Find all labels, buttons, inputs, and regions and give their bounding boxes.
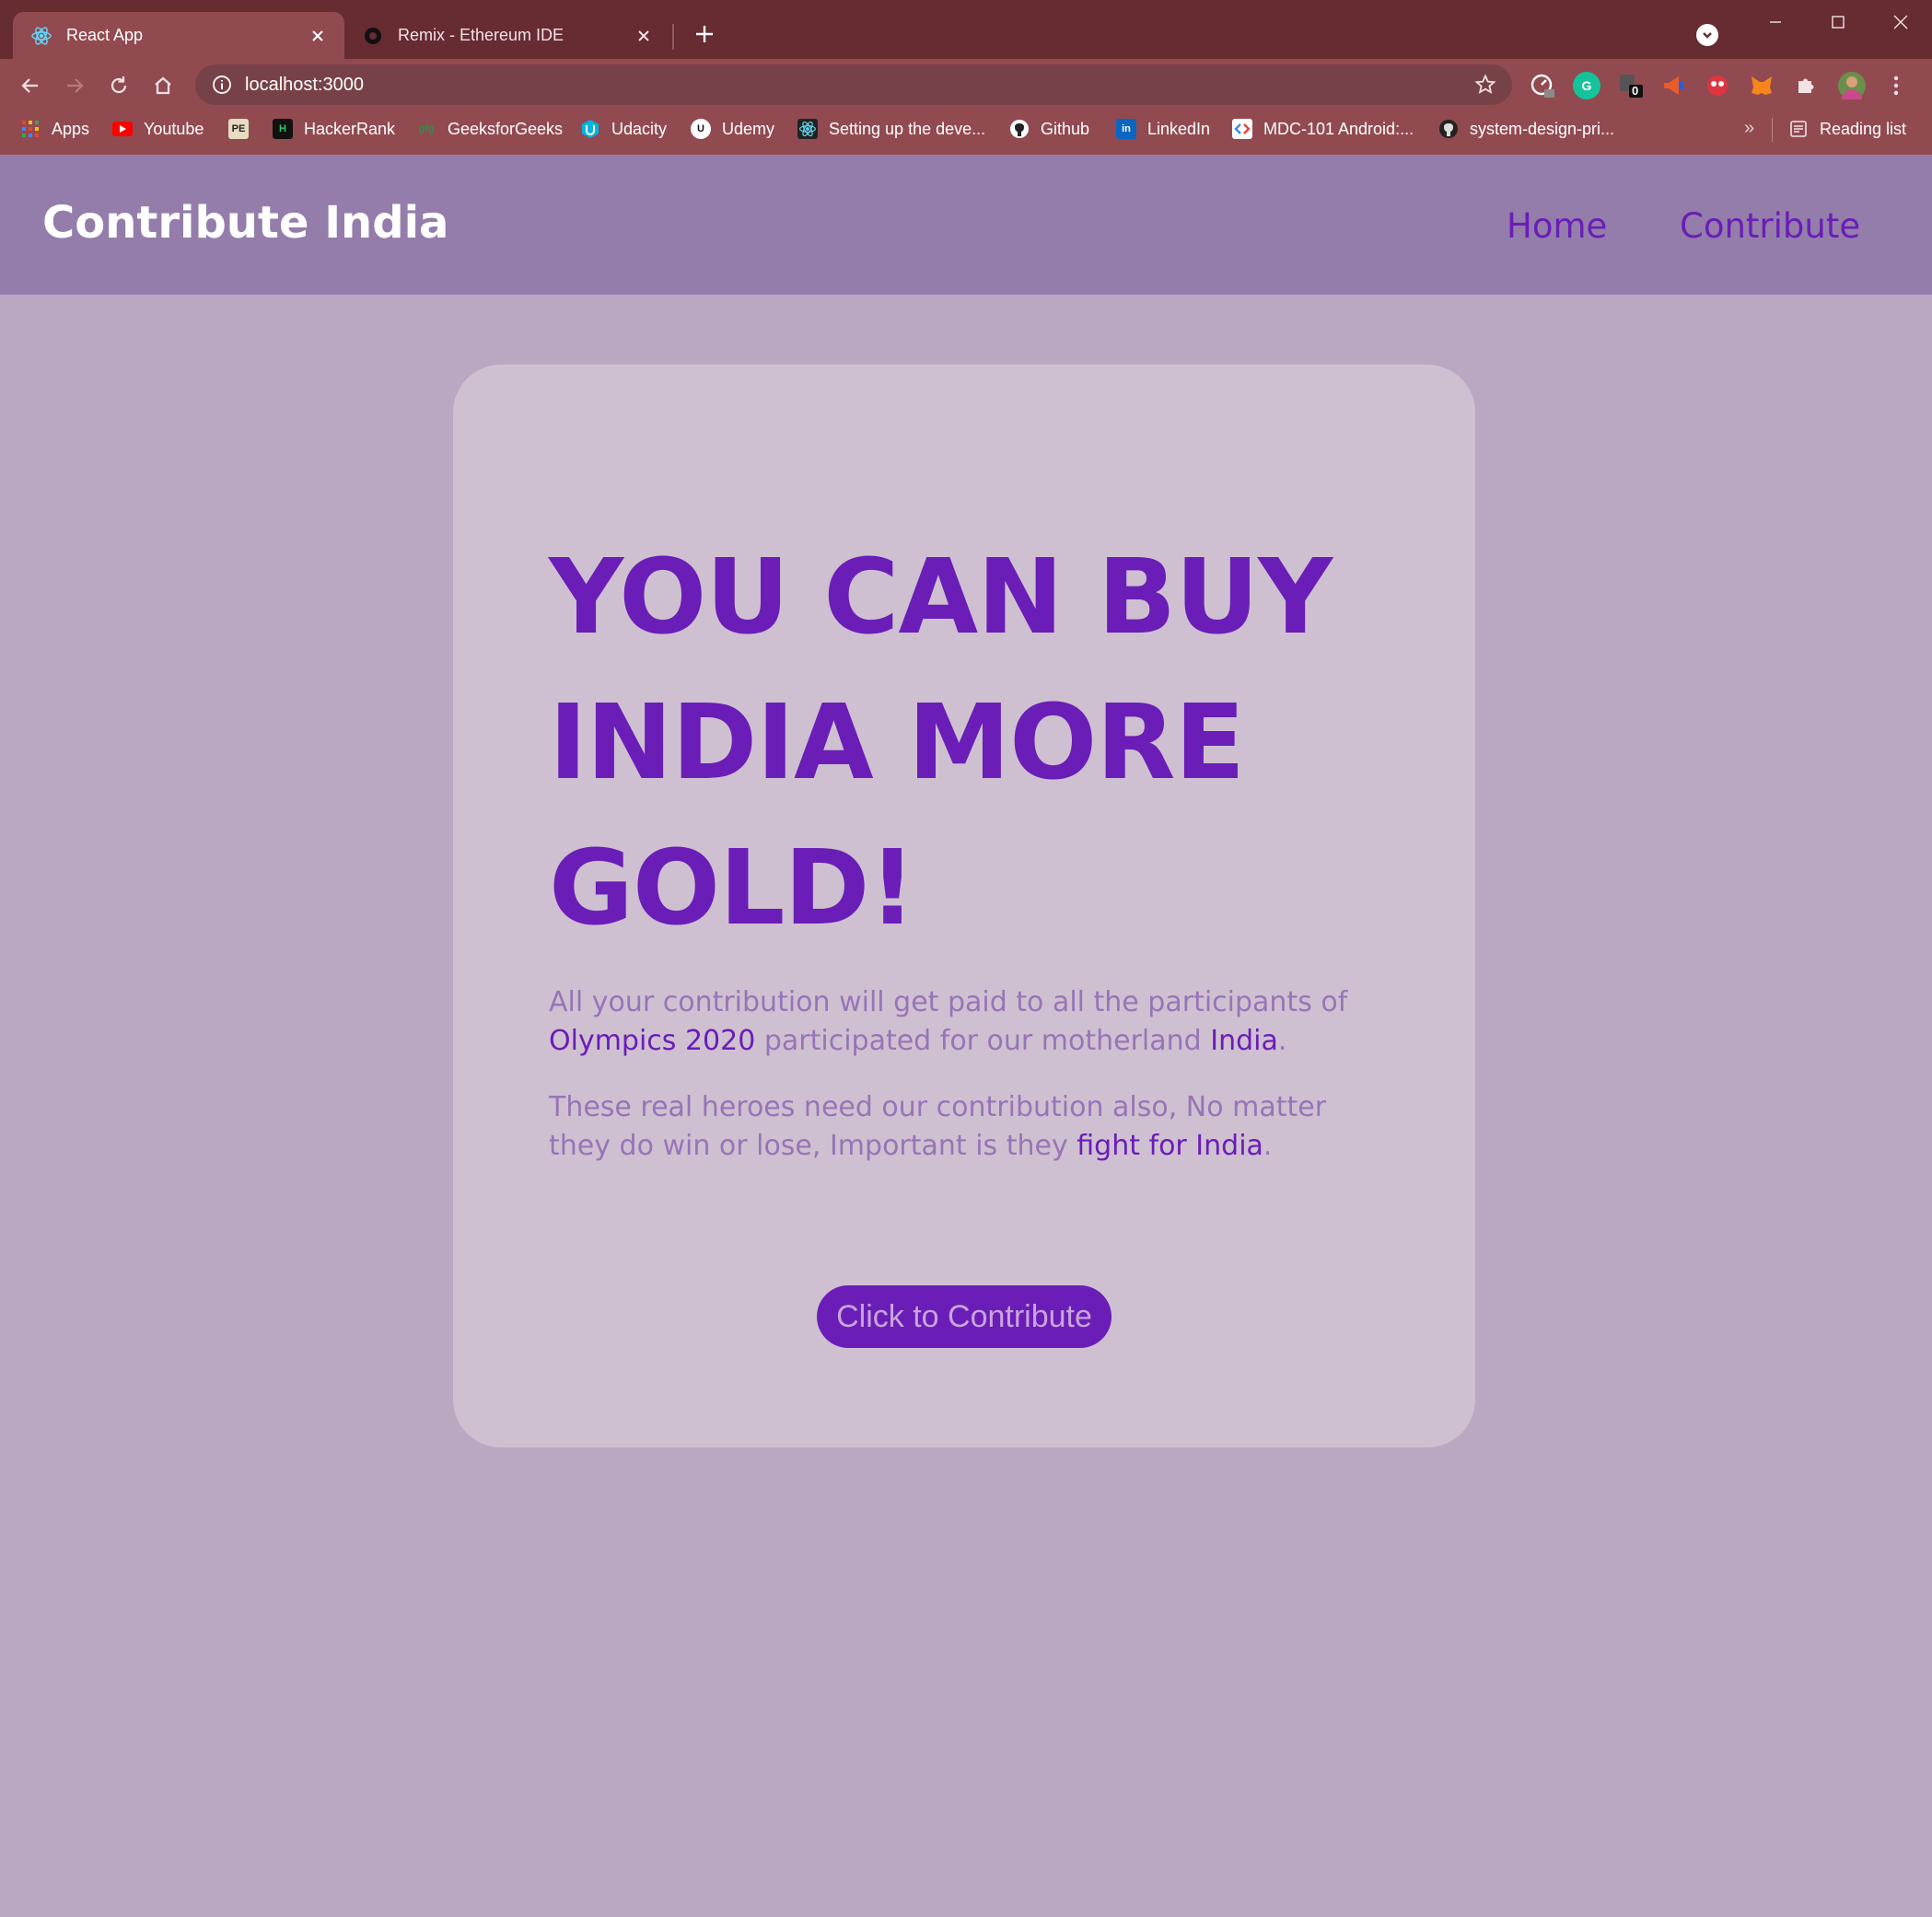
contribute-button[interactable]: Click to Contribute [817, 1285, 1111, 1348]
bookmark-udemy[interactable]: U Udemy [691, 110, 774, 147]
apps-grid-icon [20, 119, 41, 139]
forward-icon[interactable] [59, 70, 90, 101]
page-viewport: Contribute India Home Contribute YOU CAN… [0, 155, 1932, 1917]
highlight-olympics: Olympics 2020 [549, 1025, 756, 1057]
udemy-icon: U [691, 119, 711, 139]
megaphone-icon[interactable] [1659, 72, 1687, 99]
tab-title: React App [66, 26, 144, 44]
youtube-icon [112, 122, 133, 136]
avatar[interactable] [1838, 72, 1866, 99]
github-icon [1438, 119, 1459, 139]
highlight-india: India [1210, 1025, 1278, 1057]
pe-icon: PE [228, 119, 249, 139]
bookmark-label: GeeksforGeeks [448, 119, 564, 138]
close-icon[interactable] [306, 24, 330, 48]
browser-toolbar: localhost:3000 G 0 [0, 59, 1932, 110]
tab-search-icon[interactable] [1696, 24, 1718, 46]
bookmark-youtube[interactable]: Youtube [112, 110, 204, 147]
puzzle-extensions-icon[interactable] [1792, 72, 1820, 99]
bookmark-linkedin[interactable]: in LinkedIn [1116, 110, 1210, 147]
reading-list-button[interactable]: Reading list [1788, 110, 1906, 147]
bookmark-system-design[interactable]: system-design-pri... [1438, 110, 1614, 147]
tab-separator [672, 24, 674, 50]
back-icon[interactable] [15, 70, 46, 101]
window-close-icon[interactable] [1869, 0, 1932, 44]
react-icon [797, 119, 818, 139]
browser-chrome: React App Remix - Ethereum IDE localhost… [0, 0, 1932, 155]
url-text[interactable]: localhost:3000 [245, 75, 1472, 96]
kebab-menu-icon[interactable] [1882, 72, 1910, 99]
home-icon[interactable] [147, 70, 179, 101]
intro-paragraph: All your contribution will get paid to a… [549, 983, 1396, 1061]
highlight-fight-for-india: fight for India [1077, 1130, 1263, 1162]
bookmark-label: MDC-101 Android:... [1263, 119, 1414, 138]
paragraph-text: . [1277, 1025, 1287, 1057]
bookmark-label: Apps [52, 119, 90, 138]
remix-icon [361, 24, 385, 48]
paragraph-text: All your contribution will get paid to a… [549, 986, 1348, 1018]
bookmark-label: system-design-pri... [1470, 119, 1615, 138]
bookmark-star-icon[interactable] [1472, 71, 1499, 99]
tab-strip: React App Remix - Ethereum IDE [0, 0, 1932, 59]
metamask-fox-icon[interactable] [1748, 72, 1775, 99]
bookmark-hackerrank[interactable]: H HackerRank [273, 110, 395, 147]
hero-card: YOU CAN BUY INDIA MORE GOLD! All your co… [453, 365, 1475, 1447]
reload-icon[interactable] [103, 70, 134, 101]
maximize-icon[interactable] [1807, 0, 1869, 44]
bookmark-pe[interactable]: PE [228, 110, 260, 147]
bookmark-apps[interactable]: Apps [20, 110, 89, 147]
grammarly-icon[interactable]: G [1573, 72, 1600, 99]
speedometer-extension-icon[interactable] [1529, 72, 1556, 99]
bookmarks-separator [1772, 118, 1773, 142]
extension-badge-count: 0 [1632, 84, 1639, 98]
tab-title: Remix - Ethereum IDE [398, 26, 564, 44]
reading-list-label: Reading list [1820, 119, 1907, 138]
red-extension-icon[interactable] [1704, 72, 1731, 99]
heroes-paragraph: These real heroes need our contribution … [549, 1088, 1396, 1166]
bookmark-label: Udemy [722, 119, 775, 138]
tab-remix[interactable]: Remix - Ethereum IDE [344, 12, 670, 59]
bookmark-label: Setting up the deve... [829, 119, 986, 138]
nav-link-contribute[interactable]: Contribute [1680, 206, 1860, 246]
new-tab-button[interactable] [689, 18, 720, 50]
bookmark-label: HackerRank [304, 119, 396, 138]
bookmark-label: Github [1041, 119, 1090, 138]
bookmark-react-setup[interactable]: Setting up the deve... [797, 110, 985, 147]
udacity-icon [580, 119, 600, 139]
hackerrank-icon: H [273, 119, 293, 139]
bookmarks-bar: Apps Youtube PE H HackerRank gfg Geeksfo… [0, 110, 1932, 155]
bookmark-label: LinkedIn [1147, 119, 1211, 138]
address-bar[interactable]: localhost:3000 [195, 64, 1512, 105]
minimize-icon[interactable] [1744, 0, 1807, 44]
react-icon [29, 24, 53, 48]
github-icon [1009, 119, 1030, 139]
bookmark-label: Udacity [611, 119, 668, 138]
extension-badge-icon[interactable]: 0 [1617, 72, 1645, 99]
hero-headline: YOU CAN BUY INDIA MORE GOLD! [549, 538, 1333, 948]
bookmark-geeksforgeeks[interactable]: gfg GeeksforGeeks [416, 110, 563, 147]
bookmarks-overflow-button[interactable]: » [1744, 118, 1754, 139]
window-controls [1744, 0, 1932, 44]
paragraph-text: participated for our motherland [755, 1025, 1211, 1057]
nav-link-home[interactable]: Home [1507, 206, 1607, 246]
brand-title[interactable]: Contribute India [42, 197, 448, 249]
linkedin-icon: in [1116, 119, 1136, 139]
tab-react-app[interactable]: React App [13, 12, 344, 59]
bookmark-github[interactable]: Github [1009, 110, 1089, 147]
bookmark-mdc-101[interactable]: MDC-101 Android:... [1232, 110, 1414, 147]
info-icon[interactable] [210, 73, 234, 97]
site-navbar: Contribute India Home Contribute [0, 155, 1932, 295]
bookmark-label: Youtube [144, 119, 204, 138]
paragraph-text: . [1263, 1130, 1273, 1162]
close-icon[interactable] [632, 24, 656, 48]
bookmark-udacity[interactable]: Udacity [580, 110, 667, 147]
reading-list-icon [1788, 119, 1809, 139]
codelabs-icon [1232, 119, 1252, 139]
geeksforgeeks-icon: gfg [418, 123, 435, 134]
